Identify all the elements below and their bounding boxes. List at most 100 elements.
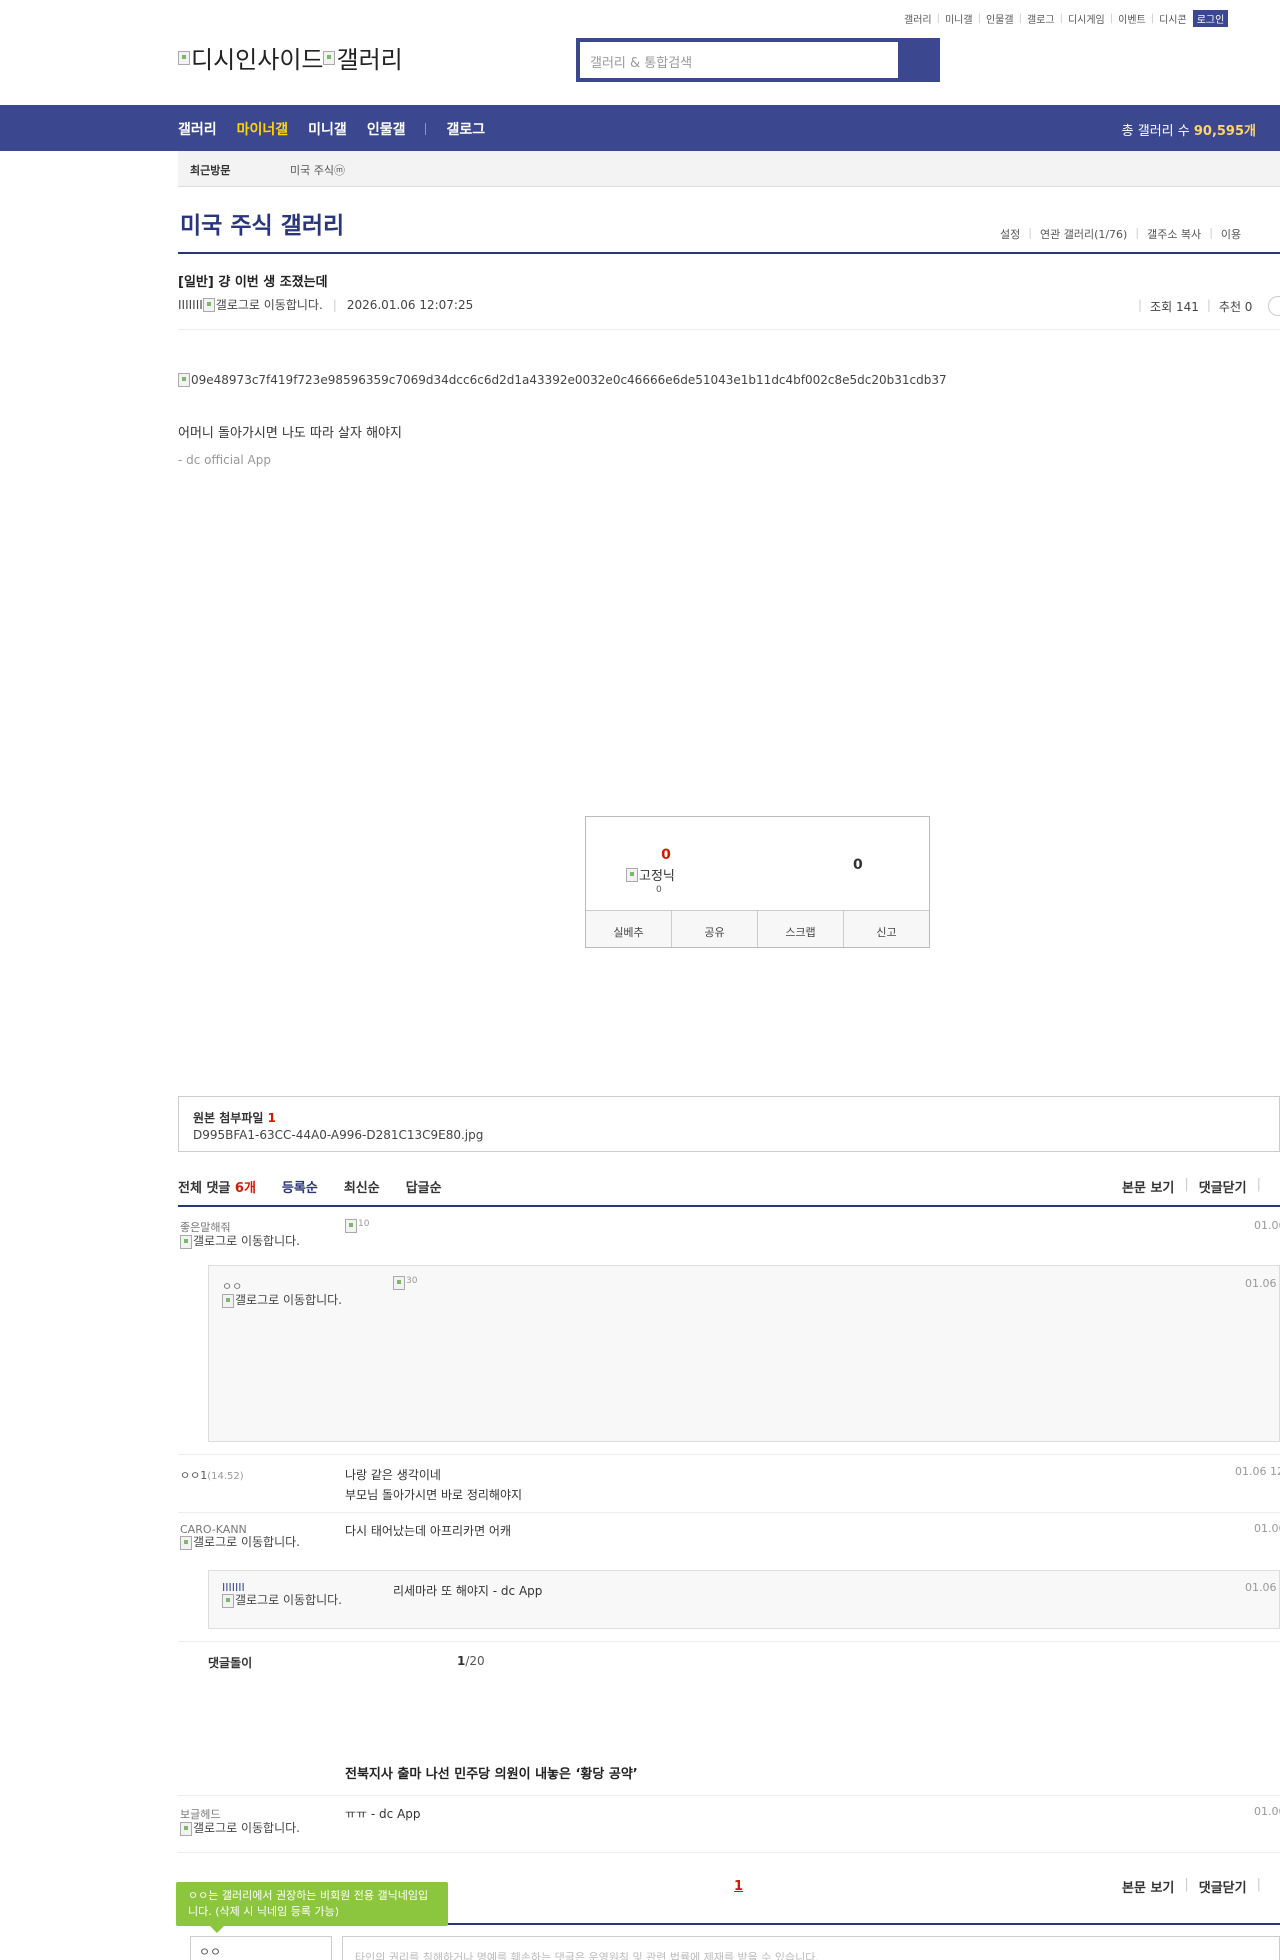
news-headline-link[interactable]: 전북지사 출마 나선 민주당 의원이 내놓은 ‘황당 공약’ bbox=[345, 1763, 638, 1782]
view-body-button[interactable]: 본문 보기 bbox=[1122, 1177, 1174, 1196]
broken-image-icon bbox=[393, 1276, 405, 1290]
gallog-icon[interactable] bbox=[202, 297, 215, 312]
broken-image-icon bbox=[345, 1219, 357, 1233]
attachment-count: 1 bbox=[267, 1111, 276, 1125]
gallog-icon bbox=[180, 1822, 192, 1836]
comment-date: 01.06 bbox=[1245, 1581, 1277, 1594]
title-divider bbox=[178, 252, 1280, 254]
gallery-title[interactable]: 미국 주식 갤러리 bbox=[180, 206, 344, 240]
gallog-link[interactable]: 갤로그로 이동합니다. bbox=[222, 1594, 347, 1608]
nav-person-gallery[interactable]: 인물갤 bbox=[367, 119, 406, 139]
fixed-nick-alt: 고정닉 bbox=[639, 869, 675, 884]
comment-total: 전체 댓글 6개 bbox=[178, 1177, 256, 1196]
recommend-box: 0 고정닉 0 0 실베추 공유 스크랩 신고 bbox=[585, 816, 930, 948]
nav-gallog[interactable]: 갤로그 bbox=[446, 119, 485, 139]
broken-image-icon bbox=[178, 373, 190, 387]
gallog-alt: 갤로그로 이동합니다. bbox=[193, 1234, 300, 1248]
settings-link[interactable]: 설정 bbox=[1000, 226, 1020, 242]
bottom-comment-controls: 본문 보기 | 댓글닫기 | bbox=[1122, 1877, 1261, 1896]
utility-links: 갤러리 | 미니갤 | 인물갤 | 갤로그 | 디시게임 | 이벤트 | 디시콘 로그인 bbox=[904, 10, 1229, 27]
post-image[interactable]: 09e48973c7f419f723e98596359c7069d34dcc6c… bbox=[178, 373, 947, 387]
util-link-person[interactable]: 인물갤 bbox=[986, 11, 1014, 26]
gallery-count-label: 총 갤러리 수 bbox=[1121, 124, 1194, 139]
sort-latest[interactable]: 최신순 bbox=[344, 1177, 380, 1196]
gallog-alt: 갤로그로 이동합니다. bbox=[235, 1293, 342, 1307]
util-link-game[interactable]: 디시게임 bbox=[1068, 11, 1105, 26]
share-button[interactable]: 공유 bbox=[672, 911, 758, 947]
util-link-gallery[interactable]: 갤러리 bbox=[904, 11, 932, 26]
comment-controls: 본문 보기 | 댓글닫기 | bbox=[1122, 1177, 1261, 1196]
comment-divider bbox=[178, 1512, 1280, 1513]
close-comments-button[interactable]: 댓글닫기 bbox=[1199, 1877, 1247, 1896]
silbe-button[interactable]: 실베추 bbox=[586, 911, 672, 947]
search-button[interactable] bbox=[898, 38, 940, 82]
login-button[interactable]: 로그인 bbox=[1192, 10, 1229, 27]
recent-gallery-link[interactable]: 미국 주식ⓜ bbox=[290, 162, 345, 178]
comment-date: 01.06 bbox=[1254, 1522, 1280, 1535]
util-link-gallog[interactable]: 갤로그 bbox=[1027, 11, 1055, 26]
recommend-up[interactable]: 0 bbox=[646, 847, 686, 863]
recent-visits-label: 최근방문 bbox=[190, 164, 231, 177]
comment-nick[interactable]: 좋은말해줘 bbox=[180, 1219, 305, 1235]
nav-minor-gallery[interactable]: 마이너갤 bbox=[237, 119, 289, 139]
post-meta: IIIIIII 갤로그로 이동합니다. | 2026.01.06 12:07:2… bbox=[178, 297, 474, 312]
copy-address-link[interactable]: 갤주소 복사 bbox=[1147, 226, 1201, 242]
nickname-input[interactable]: ㅇㅇ bbox=[190, 1936, 332, 1960]
page-total: /20 bbox=[465, 1654, 485, 1668]
related-galleries-link[interactable]: 연관 갤러리(1/76) bbox=[1040, 226, 1127, 242]
reply-author: ㅇㅇ 갤로그로 이동합니다. bbox=[222, 1278, 347, 1308]
gallog-link[interactable]: 갤로그로 이동합니다. bbox=[180, 1235, 305, 1249]
post-date: 2026.01.06 12:07:25 bbox=[346, 297, 474, 312]
comment-page-number: 1/20 bbox=[457, 1654, 485, 1668]
scrap-button[interactable]: 스크랩 bbox=[758, 911, 844, 947]
usage-link[interactable]: 이용 bbox=[1221, 226, 1241, 242]
recommend-down[interactable]: 0 bbox=[853, 857, 863, 873]
dccon-alt: 10 bbox=[358, 1219, 370, 1229]
search-input[interactable]: 갤러리 & 통합검색 bbox=[580, 42, 898, 78]
util-link-event[interactable]: 이벤트 bbox=[1118, 11, 1146, 26]
comment-nick[interactable]: 보글헤드 bbox=[180, 1806, 305, 1822]
comment-textarea[interactable]: 타인의 권리를 침해하거나 명예를 훼손하는 댓글은 운영원칙 및 관련 법률에… bbox=[342, 1936, 1280, 1960]
comment-text: 다시 태어났는데 아프리카면 어캐 bbox=[345, 1524, 512, 1538]
gallog-icon bbox=[222, 1294, 234, 1308]
post-image-alt: 09e48973c7f419f723e98596359c7069d34dcc6c… bbox=[191, 373, 947, 387]
comment-text-line2: 부모님 돌아가시면 바로 정리해야지 bbox=[345, 1488, 523, 1502]
close-comments-button[interactable]: 댓글닫기 bbox=[1199, 1177, 1247, 1196]
gallog-alt: 갤로그로 이동합니다. bbox=[235, 1593, 342, 1607]
post-stats: | 조회 141 | 추천 0 bbox=[1138, 298, 1253, 314]
gallog-alt: 갤로그로 이동합니다. bbox=[193, 1535, 300, 1549]
post-author[interactable]: IIIIIII bbox=[178, 298, 203, 312]
gallog-icon bbox=[180, 1235, 192, 1249]
nav-mini-gallery[interactable]: 미니갤 bbox=[308, 119, 347, 139]
comment-nick[interactable]: ㅇㅇ1 bbox=[180, 1469, 207, 1482]
comment-jump-button[interactable] bbox=[1268, 296, 1280, 316]
comment-date: 01.06 bbox=[1254, 1219, 1280, 1232]
comment-date: 01.06 12 bbox=[1235, 1465, 1280, 1478]
bottom-page-link[interactable]: 1 bbox=[734, 1879, 743, 1894]
broken-image-icon bbox=[178, 50, 190, 65]
broken-image-icon bbox=[323, 50, 336, 65]
dccon-alt: 30 bbox=[406, 1276, 418, 1286]
sort-registered[interactable]: 등록순 bbox=[282, 1177, 318, 1196]
view-body-button[interactable]: 본문 보기 bbox=[1122, 1877, 1174, 1896]
gallog-link[interactable]: 갤로그로 이동합니다. bbox=[180, 1822, 305, 1836]
comment-total-count: 6개 bbox=[234, 1181, 256, 1196]
sort-replies[interactable]: 답글순 bbox=[406, 1177, 442, 1196]
gallery-tools: 설정 | 연관 갤러리(1/76) | 갤주소 복사 | 이용 bbox=[1000, 226, 1242, 242]
gallog-link[interactable]: 갤로그로 이동합니다. bbox=[222, 1294, 347, 1308]
site-logo[interactable]: 디시인사이드 갤러리 bbox=[178, 40, 403, 75]
comment-author: CARO-KANN 갤로그로 이동합니다. bbox=[180, 1523, 305, 1550]
view-count: 조회 141 bbox=[1150, 300, 1199, 314]
comment-date: 01.06 bbox=[1245, 1277, 1277, 1290]
util-link-dccon[interactable]: 디시콘 bbox=[1159, 11, 1187, 26]
comment-text: ㅠㅠ - dc App bbox=[345, 1807, 421, 1821]
gallog-link[interactable]: 갤로그로 이동합니다. bbox=[180, 1536, 305, 1550]
comment-nick[interactable]: ㅇㅇ bbox=[222, 1278, 347, 1294]
attachment-file-link[interactable]: D995BFA1-63CC-44A0-A996-D281C13C9E80.jpg bbox=[193, 1128, 483, 1142]
comment-total-label: 전체 댓글 bbox=[178, 1181, 235, 1196]
reply-author: IIIIIII 갤로그로 이동합니다. bbox=[222, 1581, 347, 1608]
nav-gallery[interactable]: 갤러리 bbox=[178, 119, 217, 139]
comment-author: 보글헤드 갤로그로 이동합니다. bbox=[180, 1806, 305, 1836]
util-link-minor[interactable]: 미니갤 bbox=[945, 11, 973, 26]
report-button[interactable]: 신고 bbox=[844, 911, 929, 947]
